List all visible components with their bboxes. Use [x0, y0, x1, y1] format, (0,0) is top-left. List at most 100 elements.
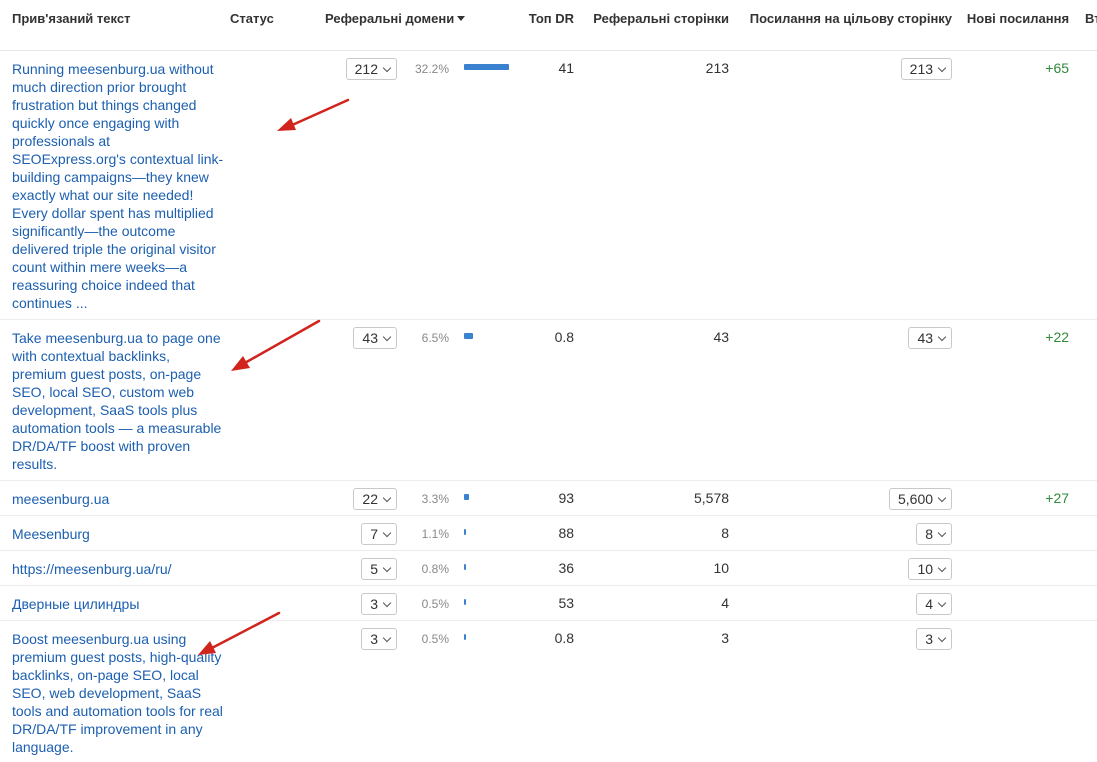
ref-domains-bar: [464, 493, 469, 500]
status-cell: [230, 585, 310, 621]
chevron-down-icon: [382, 493, 392, 502]
column-header-top-dr[interactable]: Топ DR: [520, 0, 581, 51]
top-dr-value: 53: [520, 585, 581, 621]
chevron-down-icon: [937, 598, 947, 607]
sort-desc-icon: [457, 16, 466, 21]
table-row: Дверные цилиндры 3 0.5% 53 4 4: [0, 585, 1097, 621]
ref-domains-dropdown[interactable]: 3: [361, 627, 397, 650]
links-to-target-dropdown[interactable]: 3: [916, 627, 953, 650]
chevron-down-icon: [937, 332, 947, 341]
table-row: Running meesenburg.ua without much direc…: [0, 50, 1097, 320]
links-to-target-dropdown[interactable]: 10: [908, 557, 953, 580]
extra-cell: [1075, 480, 1097, 516]
ref-domains-percent: 0.5%: [403, 585, 463, 621]
links-to-target-dropdown[interactable]: 213: [900, 57, 953, 80]
ref-pages-value: 213: [580, 50, 736, 320]
new-links-value: [958, 550, 1076, 586]
ref-pages-value: 5,578: [580, 480, 736, 516]
chevron-down-icon: [382, 598, 392, 607]
ref-domains-percent: 0.5%: [421, 631, 449, 646]
chevron-down-icon: [382, 563, 392, 572]
extra-cell: [1075, 50, 1097, 320]
ref-domains-dropdown[interactable]: 5: [361, 557, 397, 580]
links-to-target-dropdown[interactable]: 4: [916, 592, 953, 615]
top-dr-value: 41: [520, 50, 581, 320]
anchor-text-link[interactable]: Take meesenburg.ua to page one with cont…: [12, 329, 224, 473]
ref-domains-bar: [464, 598, 466, 605]
column-header-referring-pages[interactable]: Реферальні сторінки: [580, 0, 736, 51]
chevron-down-icon: [382, 633, 392, 642]
ref-domains-dropdown[interactable]: 7: [361, 522, 397, 545]
ref-pages-value: 10: [580, 550, 736, 586]
new-links-value: [958, 620, 1075, 762]
new-links-value: [958, 515, 1076, 551]
anchor-text-link[interactable]: Дверные цилиндры: [12, 595, 224, 613]
links-to-target-dropdown[interactable]: 8: [916, 522, 953, 545]
status-cell: [230, 620, 310, 762]
ref-domains-dropdown[interactable]: 3: [361, 592, 397, 615]
ref-pages-value: 4: [580, 585, 736, 621]
table-row: https://meesenburg.ua/ru/ 5 0.8% 36 10 1…: [0, 550, 1097, 586]
anchor-text-link[interactable]: Meesenburg: [12, 525, 224, 543]
top-dr-value: 88: [520, 515, 581, 551]
new-links-value: [958, 585, 1076, 621]
ref-domains-percent: 1.1%: [403, 515, 463, 551]
ref-domains-dropdown[interactable]: 22: [353, 487, 397, 510]
new-links-value: +22: [958, 319, 1076, 481]
anchor-text-link[interactable]: https://meesenburg.ua/ru/: [12, 560, 224, 578]
ref-domains-dropdown[interactable]: 212: [345, 57, 397, 80]
chevron-down-icon: [937, 563, 947, 572]
anchor-text-link[interactable]: Boost meesenburg.ua using premium guest …: [12, 630, 224, 756]
extra-cell: [1075, 550, 1097, 586]
top-dr-value: 93: [520, 480, 581, 516]
ref-domains-percent: 3.3%: [403, 480, 463, 516]
column-header-referring-domains[interactable]: Реферальні домени: [310, 0, 521, 51]
chevron-down-icon: [382, 63, 392, 72]
chevron-down-icon: [937, 528, 947, 537]
ref-domains-bar: [464, 332, 473, 339]
anchors-table: Прив'язаний текст Статус Реферальні доме…: [0, 0, 1097, 762]
column-header-truncated[interactable]: Втр: [1075, 0, 1097, 51]
links-to-target-dropdown[interactable]: 43: [908, 326, 953, 349]
table-row: Boost meesenburg.ua using premium guest …: [0, 620, 1097, 762]
ref-domains-percent: 6.5%: [403, 319, 463, 481]
backlinks-anchors-page: Прив'язаний текст Статус Реферальні доме…: [0, 0, 1097, 762]
ref-domains-dropdown[interactable]: 43: [353, 326, 397, 349]
status-cell: [230, 480, 310, 516]
ref-domains-bar: [464, 563, 466, 570]
chevron-down-icon: [382, 332, 392, 341]
links-to-target-dropdown[interactable]: 5,600: [888, 487, 953, 510]
chevron-down-icon: [382, 528, 392, 537]
status-cell: [230, 50, 310, 320]
anchor-text-link[interactable]: meesenburg.ua: [12, 490, 224, 508]
new-links-value: +27: [958, 480, 1076, 516]
status-cell: [230, 515, 310, 551]
table-row: Meesenburg 7 1.1% 88 8 8: [0, 515, 1097, 551]
table-row: meesenburg.ua 22 3.3% 93 5,578 5,600 +27: [0, 480, 1097, 516]
top-dr-value: 0.8: [554, 629, 575, 646]
anchor-text-link[interactable]: Running meesenburg.ua without much direc…: [12, 60, 224, 312]
ref-domains-bar: [464, 528, 466, 535]
table-row: Take meesenburg.ua to page one with cont…: [0, 319, 1097, 481]
new-links-value: +65: [958, 50, 1076, 320]
ref-pages-value: 43: [580, 319, 736, 481]
extra-cell: [1075, 585, 1097, 621]
column-header-status[interactable]: Статус: [230, 0, 310, 51]
extra-cell: [1075, 319, 1097, 481]
status-cell: [230, 319, 310, 481]
chevron-down-icon: [937, 493, 947, 502]
table-header: Прив'язаний текст Статус Реферальні доме…: [0, 0, 1097, 51]
ref-pages-value: 3: [721, 629, 730, 646]
extra-cell: [1075, 620, 1097, 762]
ref-domains-bar: [464, 63, 509, 70]
top-dr-value: 36: [520, 550, 581, 586]
chevron-down-icon: [937, 63, 947, 72]
chevron-down-icon: [937, 633, 947, 642]
column-header-links-to-target[interactable]: Посилання на цільову сторінку: [735, 0, 959, 51]
status-cell: [230, 550, 310, 586]
column-header-anchor-text[interactable]: Прив'язаний текст: [0, 0, 230, 51]
ref-domains-bar: [464, 633, 466, 640]
ref-domains-percent: 32.2%: [403, 50, 463, 320]
table-body: Running meesenburg.ua without much direc…: [0, 50, 1097, 762]
column-header-new-links[interactable]: Нові посилання: [958, 0, 1076, 51]
